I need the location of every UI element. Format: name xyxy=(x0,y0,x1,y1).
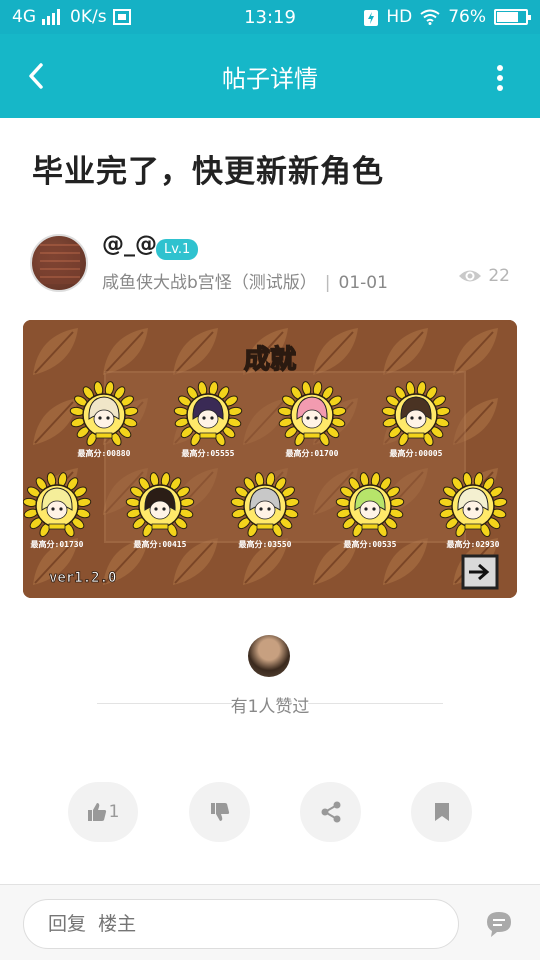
page-title: 帖子详情 xyxy=(222,64,318,93)
medal-ribbon xyxy=(199,432,217,439)
share-button[interactable] xyxy=(300,782,361,842)
bookmark-icon xyxy=(434,803,449,821)
achievement-screenshot: 成就 最高分:00880 最高分:05555 最高分:01700 最高分:00005 … xyxy=(23,320,517,598)
post-image[interactable]: 成就 最高分:00880 最高分:05555 最高分:01700 最高分:00005 … xyxy=(23,320,517,598)
medal-ribbon xyxy=(464,523,482,530)
more-button[interactable] xyxy=(482,60,518,96)
medal-score: 最高分:03550 xyxy=(239,539,292,549)
network-speed: 0K/s xyxy=(70,7,107,27)
reply-input[interactable] xyxy=(23,899,459,949)
achievement-heading: 成就 xyxy=(244,345,296,375)
character-eye xyxy=(306,416,310,420)
more-dot-icon xyxy=(497,65,503,71)
next-arrow-icon xyxy=(461,554,499,590)
medal-score: 最高分:00535 xyxy=(344,539,397,549)
medal-score: 最高分:01730 xyxy=(31,539,84,549)
battery-fill xyxy=(497,12,519,22)
status-left: 4G 0K/s xyxy=(12,7,212,27)
post-group[interactable]: 咸鱼侠大战b宫怪（测试版） xyxy=(102,273,317,293)
character-face xyxy=(46,500,68,520)
medal-score: 最高分:00415 xyxy=(134,539,187,549)
character-face xyxy=(462,500,484,520)
character-eye xyxy=(210,416,214,420)
thumbs-up-icon xyxy=(87,803,106,821)
medal-score: 最高分:05555 xyxy=(182,448,235,458)
view-count-value: 22 xyxy=(488,266,510,286)
network-indicator: 4G xyxy=(12,7,36,27)
character-eye xyxy=(364,507,368,511)
screenshot-icon xyxy=(112,9,131,25)
medal-ribbon xyxy=(48,523,66,530)
character-eye xyxy=(162,507,166,511)
status-bar: 4G 0K/s 13:19 HD 76% xyxy=(0,0,540,34)
bookmark-button[interactable] xyxy=(411,782,472,842)
character-face xyxy=(254,500,276,520)
character-face xyxy=(149,500,171,520)
character-eye xyxy=(372,507,376,511)
more-dot-icon xyxy=(497,75,503,81)
signal-icon xyxy=(42,9,60,25)
chevron-left-icon xyxy=(29,63,43,89)
status-right: HD 76% xyxy=(364,7,531,27)
medal-ribbon xyxy=(256,523,274,530)
post-date: 01-01 xyxy=(338,273,388,293)
back-button[interactable] xyxy=(18,58,54,94)
version-label: ver1.2.0 xyxy=(49,570,116,586)
medal-score: 最高分:01700 xyxy=(286,448,339,458)
character-eye xyxy=(106,416,110,420)
character-eye xyxy=(98,416,102,420)
battery-percent: 76% xyxy=(448,7,486,27)
wifi-icon xyxy=(420,9,440,25)
view-count: 22 xyxy=(458,266,510,286)
character-eye xyxy=(154,507,158,511)
like-count: 1 xyxy=(108,802,120,822)
medal-score: 最高分:00880 xyxy=(78,448,131,458)
medal-ribbon xyxy=(361,523,379,530)
character-face xyxy=(197,409,219,429)
character-eye xyxy=(202,416,206,420)
character-eye xyxy=(259,507,263,511)
post-title: 毕业完了，快更新新角色 xyxy=(32,154,384,190)
character-eye xyxy=(410,416,414,420)
character-face xyxy=(405,409,427,429)
charging-icon xyxy=(364,10,379,26)
medal-ribbon xyxy=(407,432,425,439)
character-eye xyxy=(59,507,63,511)
medal-score: 最高分:02930 xyxy=(447,539,500,549)
dislike-button[interactable] xyxy=(189,782,250,842)
more-dot-icon xyxy=(497,85,503,91)
medal-ribbon xyxy=(303,432,321,439)
battery-icon xyxy=(494,9,531,25)
share-icon xyxy=(321,801,340,823)
eye-icon xyxy=(459,270,482,282)
liker-avatar[interactable] xyxy=(248,635,290,677)
medal-ribbon xyxy=(95,432,113,439)
app-bar: 帖子详情 xyxy=(0,34,540,118)
author-meta: 咸鱼侠大战b宫怪（测试版） | 01-01 xyxy=(102,268,388,293)
bottom-bar xyxy=(0,884,540,960)
divider-right xyxy=(308,703,443,704)
character-eye xyxy=(51,507,55,511)
likers-count-text[interactable]: 有1人赞过 xyxy=(0,692,540,717)
comment-send-icon[interactable] xyxy=(484,909,514,939)
character-eye xyxy=(314,416,318,420)
character-eye xyxy=(475,507,479,511)
likers-row: 有1人赞过 xyxy=(0,692,540,717)
character-eye xyxy=(418,416,422,420)
medal-score: 最高分:00005 xyxy=(390,448,443,458)
character-face xyxy=(359,500,381,520)
character-eye xyxy=(467,507,471,511)
character-face xyxy=(301,409,323,429)
hd-indicator: HD xyxy=(386,7,413,27)
like-button[interactable]: 1 xyxy=(68,782,138,842)
meta-separator: | xyxy=(324,273,331,293)
character-face xyxy=(93,409,115,429)
thumbs-down-icon xyxy=(210,803,229,821)
medal-ribbon xyxy=(151,523,169,530)
character-eye xyxy=(267,507,271,511)
level-badge: Lv.1 xyxy=(156,239,199,260)
author-name[interactable]: @_@ xyxy=(102,232,157,257)
author-avatar[interactable] xyxy=(30,234,88,292)
